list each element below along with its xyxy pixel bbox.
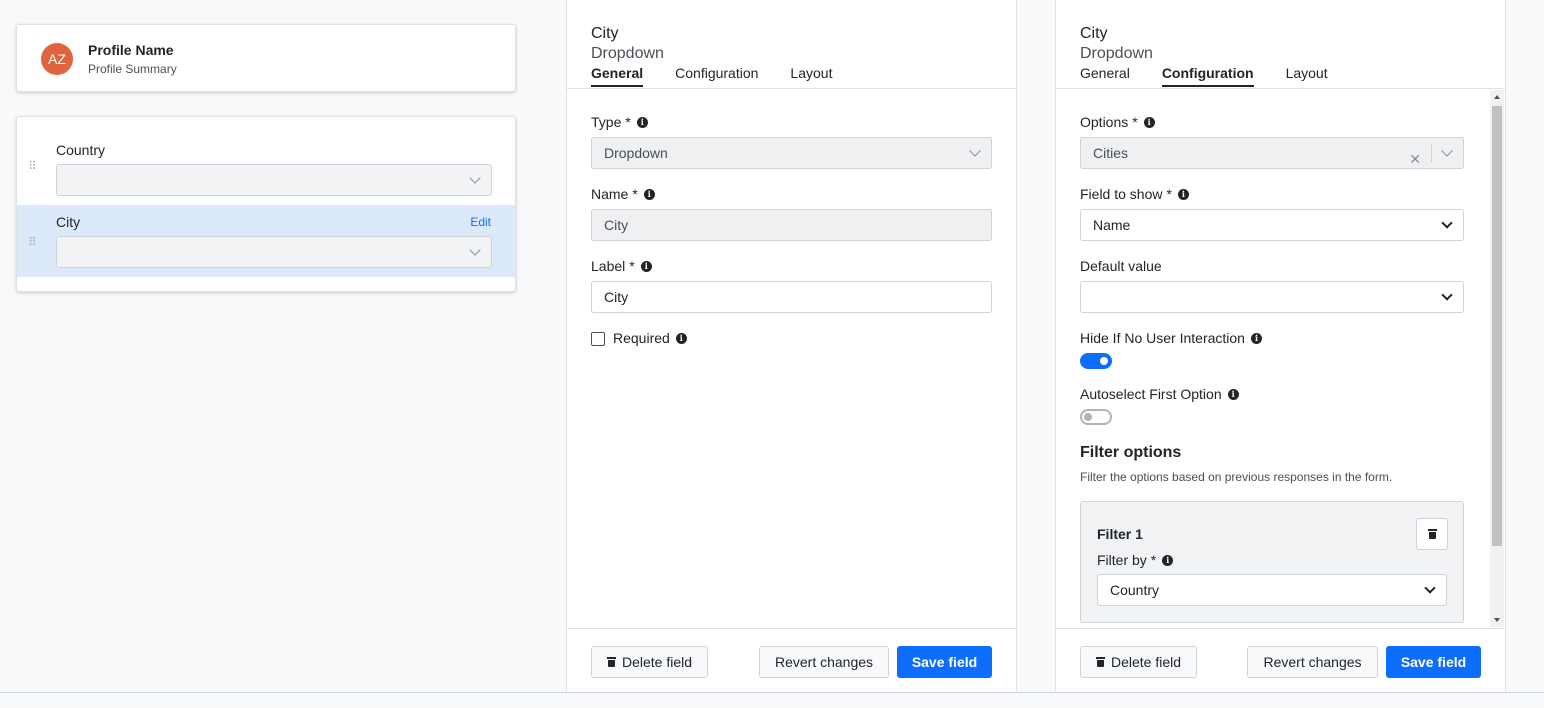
field-to-show-label: Field to show * i — [1080, 186, 1189, 202]
panel-header: City Dropdown General Configuration Layo… — [1056, 0, 1505, 89]
delete-field-button[interactable]: Delete field — [1080, 646, 1197, 678]
name-input: City — [591, 209, 992, 241]
revert-changes-button[interactable]: Revert changes — [1247, 646, 1378, 678]
tab-general[interactable]: General — [1080, 65, 1130, 87]
form-field-label: City — [56, 214, 81, 230]
avatar: AZ — [41, 43, 73, 75]
field-settings-panel-configuration: City Dropdown General Configuration Layo… — [1055, 0, 1506, 693]
filter-by-label: Filter by * i — [1097, 552, 1174, 568]
tab-bar: General Configuration Layout — [1080, 65, 1328, 87]
form-field-label: Country — [56, 142, 106, 158]
field-settings-panel-general: City Dropdown General Configuration Layo… — [566, 0, 1017, 693]
filter-card: Filter 1 Filter by * i Country — [1080, 501, 1464, 623]
info-icon[interactable]: i — [636, 116, 648, 128]
default-value-select[interactable] — [1080, 281, 1464, 313]
name-label: Name * i — [591, 186, 655, 202]
chevron-down-icon[interactable] — [1441, 145, 1453, 157]
info-icon[interactable]: i — [1143, 116, 1155, 128]
tab-general[interactable]: General — [591, 65, 644, 87]
info-icon[interactable]: i — [1250, 332, 1262, 344]
info-icon[interactable]: i — [643, 188, 655, 200]
required-marker: * — [1166, 186, 1172, 202]
required-marker: * — [625, 114, 631, 130]
clear-icon[interactable]: ✕ — [1409, 144, 1421, 174]
scrollbar[interactable] — [1490, 90, 1504, 627]
chevron-down-icon — [1441, 217, 1453, 229]
chevron-down-icon — [1441, 289, 1453, 301]
required-label: Required i — [613, 330, 687, 346]
form-fields-card: ⠿ Country ⠿ City Edit — [16, 116, 516, 292]
revert-changes-button[interactable]: Revert changes — [759, 646, 889, 678]
delete-field-button[interactable]: Delete field — [591, 646, 708, 678]
filter-title: Filter 1 — [1097, 526, 1143, 542]
scroll-down-arrow-icon[interactable] — [1494, 618, 1500, 622]
trash-icon — [1095, 657, 1105, 667]
required-marker: * — [629, 258, 635, 274]
filter-options-heading: Filter options — [1080, 444, 1182, 461]
tab-bar: General Configuration Layout — [591, 65, 832, 87]
tab-configuration[interactable]: Configuration — [675, 65, 758, 87]
profile-card[interactable]: AZ Profile Name Profile Summary — [16, 24, 516, 92]
form-field-row-city[interactable]: ⠿ City Edit — [17, 205, 515, 277]
save-field-button[interactable]: Save field — [1386, 646, 1481, 678]
tab-layout[interactable]: Layout — [1286, 65, 1328, 87]
label-label: Label * i — [591, 258, 652, 274]
options-select[interactable]: Cities ✕ — [1080, 137, 1464, 169]
panel-title: City — [591, 25, 619, 42]
panel-footer: Delete field Revert changes Save field — [1056, 628, 1505, 693]
save-field-button[interactable]: Save field — [897, 646, 992, 678]
profile-summary: Profile Summary — [88, 62, 177, 76]
chevron-down-icon — [469, 172, 481, 184]
required-marker: * — [632, 186, 638, 202]
info-icon[interactable]: i — [1227, 388, 1239, 400]
tab-layout[interactable]: Layout — [790, 65, 832, 87]
delete-filter-button[interactable] — [1416, 518, 1448, 550]
chevron-down-icon — [969, 145, 981, 157]
required-marker: * — [1132, 114, 1138, 130]
panel-footer: Delete field Revert changes Save field — [567, 628, 1016, 693]
autoselect-first-option-label: Autoselect First Option i — [1080, 386, 1239, 402]
panel-subtitle: Dropdown — [1080, 45, 1153, 62]
hide-if-no-interaction-label: Hide If No User Interaction i — [1080, 330, 1262, 346]
filter-options-description: Filter the options based on previous res… — [1080, 470, 1393, 484]
page-bottom-divider — [0, 692, 1544, 693]
trash-icon — [1427, 529, 1437, 539]
info-icon[interactable]: i — [675, 332, 687, 344]
required-checkbox[interactable] — [591, 332, 605, 346]
city-select-preview — [56, 236, 492, 268]
tab-configuration[interactable]: Configuration — [1161, 65, 1254, 87]
label-input[interactable]: City — [591, 281, 992, 313]
field-to-show-select[interactable]: Name — [1080, 209, 1464, 241]
panel-header: City Dropdown General Configuration Layo… — [567, 0, 1016, 89]
select-separator — [1431, 144, 1432, 162]
filter-by-select[interactable]: Country — [1097, 574, 1447, 606]
options-label: Options * i — [1080, 114, 1155, 130]
default-value-label: Default value — [1080, 258, 1162, 274]
type-label: Type * i — [591, 114, 648, 130]
scroll-thumb[interactable] — [1492, 106, 1502, 546]
required-marker: * — [1150, 552, 1157, 568]
edit-link[interactable]: Edit — [470, 215, 491, 229]
panel-title: City — [1080, 25, 1108, 42]
autoselect-first-option-toggle[interactable] — [1080, 409, 1112, 425]
drag-handle-icon[interactable]: ⠿ — [28, 160, 37, 172]
form-field-row-country[interactable]: ⠿ Country — [17, 117, 515, 196]
type-select: Dropdown — [591, 137, 992, 169]
chevron-down-icon — [1424, 582, 1436, 594]
scroll-up-arrow-icon[interactable] — [1494, 95, 1500, 99]
info-icon[interactable]: i — [1177, 188, 1189, 200]
chevron-down-icon — [469, 244, 481, 256]
trash-icon — [606, 657, 616, 667]
drag-handle-icon[interactable]: ⠿ — [28, 236, 37, 248]
country-select-preview — [56, 164, 492, 196]
info-icon[interactable]: i — [1162, 554, 1174, 566]
profile-name: Profile Name — [88, 42, 174, 58]
panel-subtitle: Dropdown — [591, 45, 664, 62]
hide-if-no-interaction-toggle[interactable] — [1080, 353, 1112, 369]
info-icon[interactable]: i — [640, 260, 652, 272]
